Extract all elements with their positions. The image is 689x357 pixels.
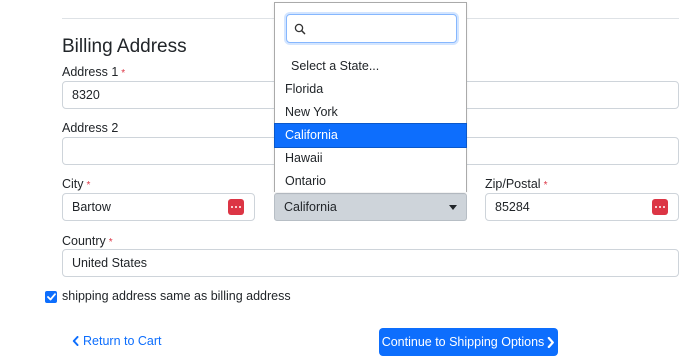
state-search-input[interactable]	[286, 14, 457, 43]
state-dropdown: Select a State... Florida New York Calif…	[274, 2, 467, 192]
billing-address-title: Billing Address	[62, 36, 187, 57]
state-value: California	[284, 200, 337, 214]
state-option-placeholder[interactable]: Select a State...	[275, 55, 466, 78]
zip-label: Zip/Postal *	[485, 177, 548, 191]
zip-value: 85284	[495, 200, 530, 214]
zip-label-text: Zip/Postal	[485, 177, 541, 191]
address1-value: 8320	[72, 88, 100, 102]
address1-label: Address 1 *	[62, 65, 125, 79]
state-option[interactable]: Ontario	[275, 170, 466, 193]
state-option-selected[interactable]: California	[274, 123, 467, 148]
state-select[interactable]: California	[274, 193, 467, 221]
city-value: Bartow	[72, 200, 111, 214]
city-label: City *	[62, 177, 90, 191]
return-to-cart-label: Return to Cart	[83, 334, 162, 348]
address1-label-text: Address 1	[62, 65, 119, 79]
chevron-left-icon	[72, 336, 79, 346]
required-mark: *	[543, 180, 548, 191]
country-input[interactable]: United States	[62, 249, 679, 277]
continue-label: Continue to Shipping Options	[381, 335, 545, 349]
password-manager-icon[interactable]	[228, 199, 244, 215]
same-address-label: shipping address same as billing address	[62, 289, 291, 303]
continue-to-shipping-button[interactable]: Continue to Shipping Options	[379, 328, 558, 356]
required-mark: *	[86, 180, 91, 191]
state-option[interactable]: Florida	[275, 78, 466, 101]
state-option[interactable]: New York	[275, 101, 466, 124]
country-value: United States	[72, 256, 148, 270]
search-icon	[294, 23, 306, 35]
required-mark: *	[108, 237, 113, 248]
country-label-text: Country	[62, 234, 106, 248]
return-to-cart-link[interactable]: Return to Cart	[72, 334, 162, 348]
city-label-text: City	[62, 177, 84, 191]
address2-label: Address 2	[62, 121, 119, 135]
same-address-checkbox[interactable]	[45, 291, 57, 303]
checkmark-icon	[46, 293, 56, 301]
required-mark: *	[121, 68, 126, 79]
password-manager-icon[interactable]	[652, 199, 668, 215]
zip-input[interactable]: 85284	[485, 193, 679, 221]
state-option[interactable]: Hawaii	[275, 147, 466, 170]
country-label: Country *	[62, 234, 113, 248]
caret-down-icon	[449, 205, 457, 210]
chevron-right-icon	[548, 336, 555, 348]
city-input[interactable]: Bartow	[62, 193, 255, 221]
